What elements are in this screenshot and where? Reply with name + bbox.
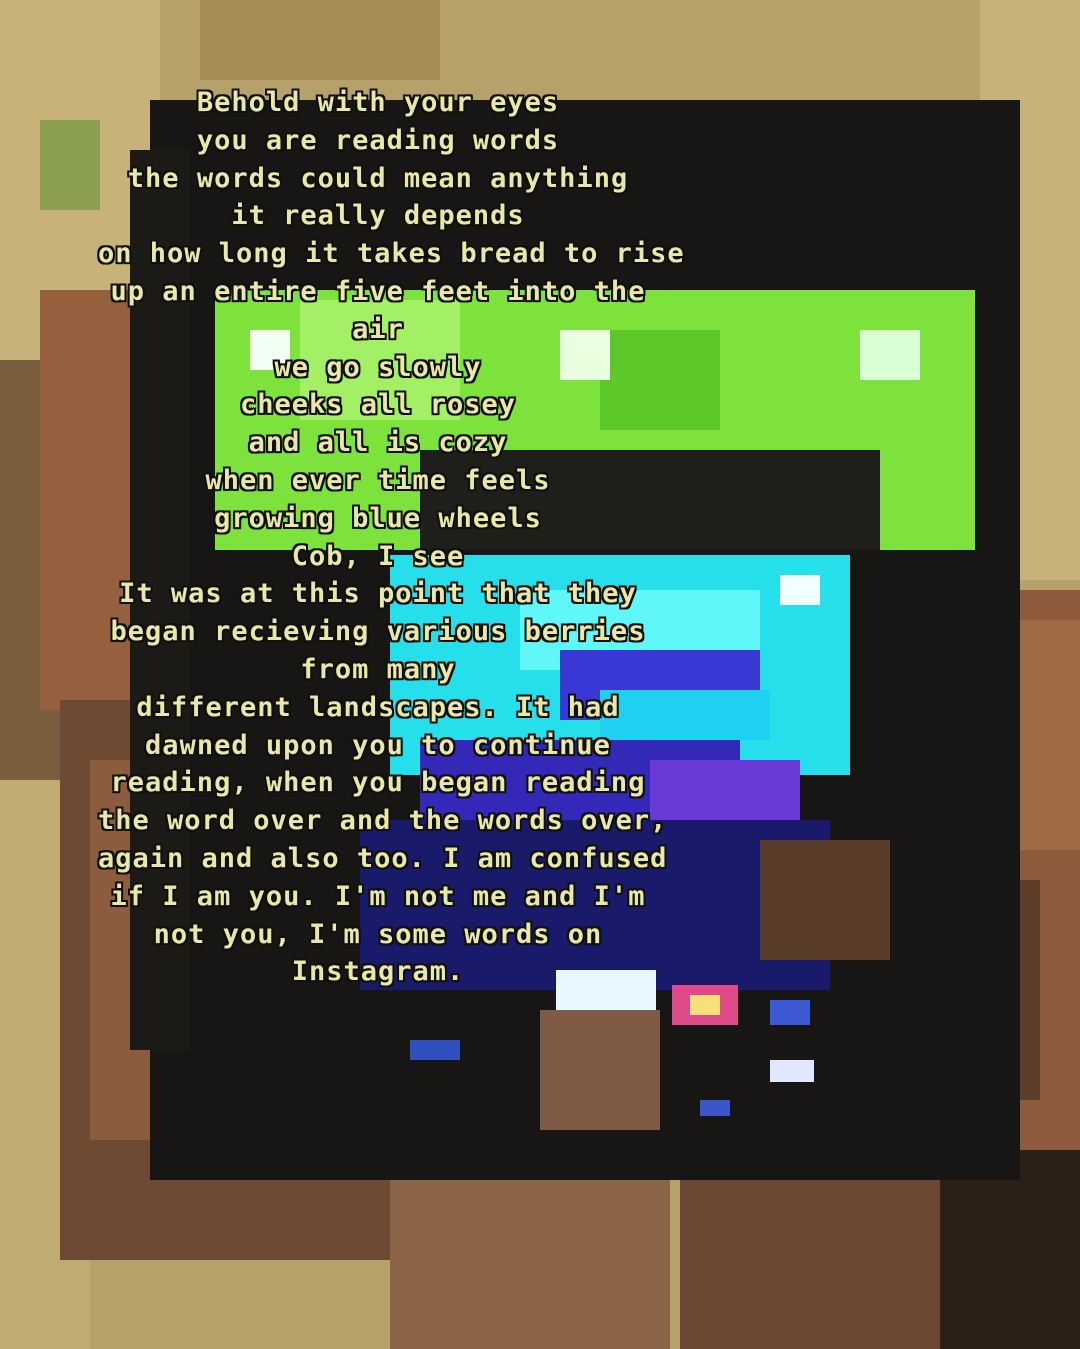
poem-line: Instagram. xyxy=(291,956,465,988)
poem-text-overlay: Behold with your eyes you are reading wo… xyxy=(98,84,685,991)
poem-line: from many xyxy=(300,653,456,685)
poem-line: when ever time feels xyxy=(205,464,551,496)
poem-line: it really depends xyxy=(231,200,525,232)
poem-line: reading, when you began reading xyxy=(110,767,646,799)
poem-line: the words could mean anything xyxy=(127,162,629,194)
poem-line: air xyxy=(352,313,404,345)
poem-line: on how long it takes bread to rise xyxy=(98,238,685,270)
poem-line: Behold with your eyes xyxy=(196,87,560,118)
poem-line: different landscapes. It had xyxy=(136,691,620,723)
poem-line: and all is cozy xyxy=(248,427,508,459)
poem-line: again and also too. I am confused xyxy=(98,842,668,874)
poem-line: It was at this point that they xyxy=(119,578,637,610)
poem-line: Cob, I see xyxy=(291,540,465,572)
poem-line: you are reading words xyxy=(196,124,560,156)
poem-line: we go slowly xyxy=(274,351,482,383)
poem-line: cheeks all rosey xyxy=(239,389,517,421)
poem-line: dawned upon you to continue xyxy=(145,729,611,761)
photo-scene: Behold with your eyes you are reading wo… xyxy=(0,0,1080,1349)
poem-line: up an entire five feet into the xyxy=(110,275,646,307)
poem-line: not you, I'm some words on xyxy=(153,918,603,950)
poem-line: growing blue wheels xyxy=(214,502,542,534)
poem-line: began recieving various berries xyxy=(110,616,646,648)
poem-line: the word over and the words over, xyxy=(98,805,668,837)
poem-line: if I am you. I'm not me and I'm xyxy=(110,880,646,912)
